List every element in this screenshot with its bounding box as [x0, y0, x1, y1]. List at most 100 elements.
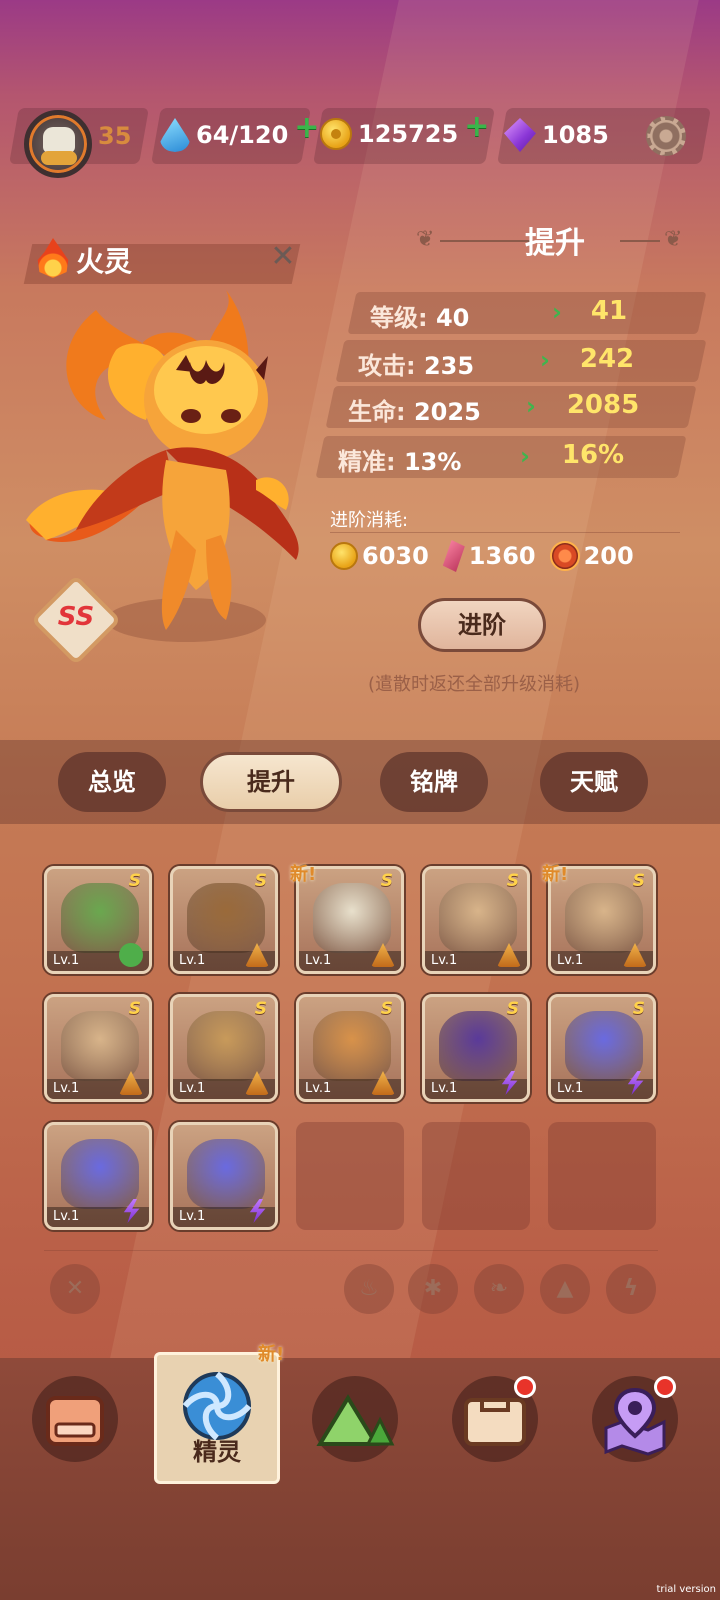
empty-slot — [422, 1122, 530, 1230]
jellyfish-portrait — [187, 1139, 265, 1209]
spirit-grade: S — [254, 999, 267, 1019]
avatar-body — [41, 151, 77, 165]
spirit-grade: S — [506, 871, 519, 891]
add-coins-button[interactable]: + — [464, 109, 489, 144]
crystal-icon — [442, 540, 465, 572]
spirit-grade: S — [632, 999, 645, 1019]
advance-button[interactable]: 进阶 — [418, 598, 546, 652]
spirit-card[interactable]: S Lv.1 — [548, 994, 656, 1102]
stat-next: 2085 — [566, 390, 640, 420]
cost-crystals: 1360 — [442, 540, 536, 572]
spirit-card[interactable]: S Lv.1 — [44, 994, 152, 1102]
spirit-grade: S — [506, 999, 519, 1019]
gear-icon[interactable] — [646, 116, 686, 156]
spirit-card[interactable]: S Lv.1 — [170, 994, 278, 1102]
advance-costs: 6030 1360 200 — [330, 540, 634, 572]
stat-next: 41 — [590, 296, 628, 326]
energy-value: 64/120 — [196, 121, 289, 149]
antelope-portrait — [439, 883, 517, 953]
stat-row-health: 生命: 2025 › 2085 — [325, 386, 697, 428]
wind-filter-icon[interactable]: ✱ — [408, 1264, 458, 1314]
nav-spirit-label: 精灵 — [193, 1438, 241, 1466]
spirit-grade: S — [380, 871, 393, 891]
spirit-card[interactable]: S Lv.1 — [422, 994, 530, 1102]
shop-icon — [46, 1396, 104, 1446]
dismiss-refund-note: (遣散时返还全部升级消耗) — [368, 674, 581, 695]
notification-badge — [514, 1376, 536, 1398]
spirit-grade: S — [128, 871, 141, 891]
stat-label: 等级: — [370, 304, 428, 332]
earth-filter-icon[interactable]: ▲ — [540, 1264, 590, 1314]
spirit-grade: S — [254, 871, 267, 891]
player-avatar[interactable] — [24, 110, 92, 178]
cost-divider — [330, 532, 680, 533]
stat-label: 攻击: — [358, 352, 416, 380]
fire-filter-icon[interactable]: ♨ — [344, 1264, 394, 1314]
new-tag: 新! — [542, 864, 569, 885]
spirit-card[interactable]: S Lv.1 — [44, 866, 152, 974]
arrow-right-icon: › — [526, 392, 536, 420]
notification-badge — [654, 1376, 676, 1398]
spirit-card[interactable]: Lv.1 — [170, 1122, 278, 1230]
stat-row-level: 等级: 40 › 41 — [347, 292, 707, 334]
title-ornament-right: ❦ — [664, 227, 683, 252]
skull-beast-portrait — [313, 883, 391, 953]
coin-icon — [320, 118, 352, 150]
tab-talent[interactable]: 天赋 — [540, 752, 648, 812]
spirit-grade: S — [128, 999, 141, 1019]
spirit-card[interactable]: S Lv.1 — [422, 866, 530, 974]
cost-amount: 200 — [583, 542, 634, 570]
spirit-name: 火灵 — [76, 245, 133, 278]
stat-current: 2025 — [413, 398, 481, 426]
gems-value: 1085 — [542, 121, 609, 149]
cost-label: 进阶消耗: — [330, 510, 409, 531]
spirit-grade: S — [632, 871, 645, 891]
close-icon[interactable]: ✕ — [268, 242, 298, 272]
stat-row-accuracy: 精准: 13% › 16% — [315, 436, 687, 478]
energy-display: 64/120 + — [160, 110, 319, 152]
gems-display: 1085 — [504, 118, 609, 152]
leaf-filter-icon[interactable]: ❧ — [474, 1264, 524, 1314]
avatar-skull-icon — [43, 127, 75, 153]
cost-amount: 1360 — [468, 542, 536, 570]
jellyfish-portrait — [565, 1011, 643, 1081]
tab-overview[interactable]: 总览 — [58, 752, 166, 812]
add-energy-button[interactable]: + — [294, 110, 319, 145]
title-line-right — [620, 240, 660, 242]
coins-display: 125725 + — [320, 109, 489, 150]
arrow-right-icon: › — [540, 346, 550, 374]
player-level: 35 — [98, 122, 132, 150]
nav-adventure[interactable] — [312, 1376, 398, 1462]
trial-watermark: trial version — [656, 1584, 716, 1595]
arrow-right-icon: › — [520, 442, 530, 470]
stat-current: 40 — [435, 304, 470, 332]
spirit-card[interactable]: S Lv.1 — [170, 866, 278, 974]
jellyfish-portrait — [61, 1139, 139, 1209]
gem-icon — [504, 118, 536, 152]
cost-amount: 6030 — [362, 542, 429, 570]
close-filter-icon[interactable]: ✕ — [50, 1264, 100, 1314]
stat-current: 13% — [403, 448, 462, 476]
tab-upgrade[interactable]: 提升 — [200, 752, 342, 812]
nature-element-icon — [119, 943, 143, 967]
rank-text: SS — [57, 602, 95, 632]
new-tag: 新! — [258, 1344, 285, 1365]
filter-divider — [44, 1250, 658, 1251]
coin-icon — [330, 542, 358, 570]
stat-next: 242 — [579, 344, 635, 374]
antelope-portrait — [61, 1011, 139, 1081]
antelope-portrait — [565, 883, 643, 953]
cost-coins: 6030 — [330, 542, 429, 570]
cost-orbs: 200 — [549, 541, 634, 571]
tab-nameplate[interactable]: 铭牌 — [380, 752, 488, 812]
stat-current: 235 — [423, 352, 475, 380]
stat-label: 生命: — [348, 398, 406, 426]
thunder-filter-icon[interactable]: ϟ — [606, 1264, 656, 1314]
empty-slot — [548, 1122, 656, 1230]
stat-label: 精准: — [338, 448, 396, 476]
stat-row-attack: 攻击: 235 › 242 — [335, 340, 707, 382]
spirit-card[interactable]: Lv.1 — [44, 1122, 152, 1230]
spirit-card[interactable]: S Lv.1 — [296, 994, 404, 1102]
stat-next: 16% — [561, 440, 625, 470]
nav-shop[interactable] — [32, 1376, 118, 1462]
